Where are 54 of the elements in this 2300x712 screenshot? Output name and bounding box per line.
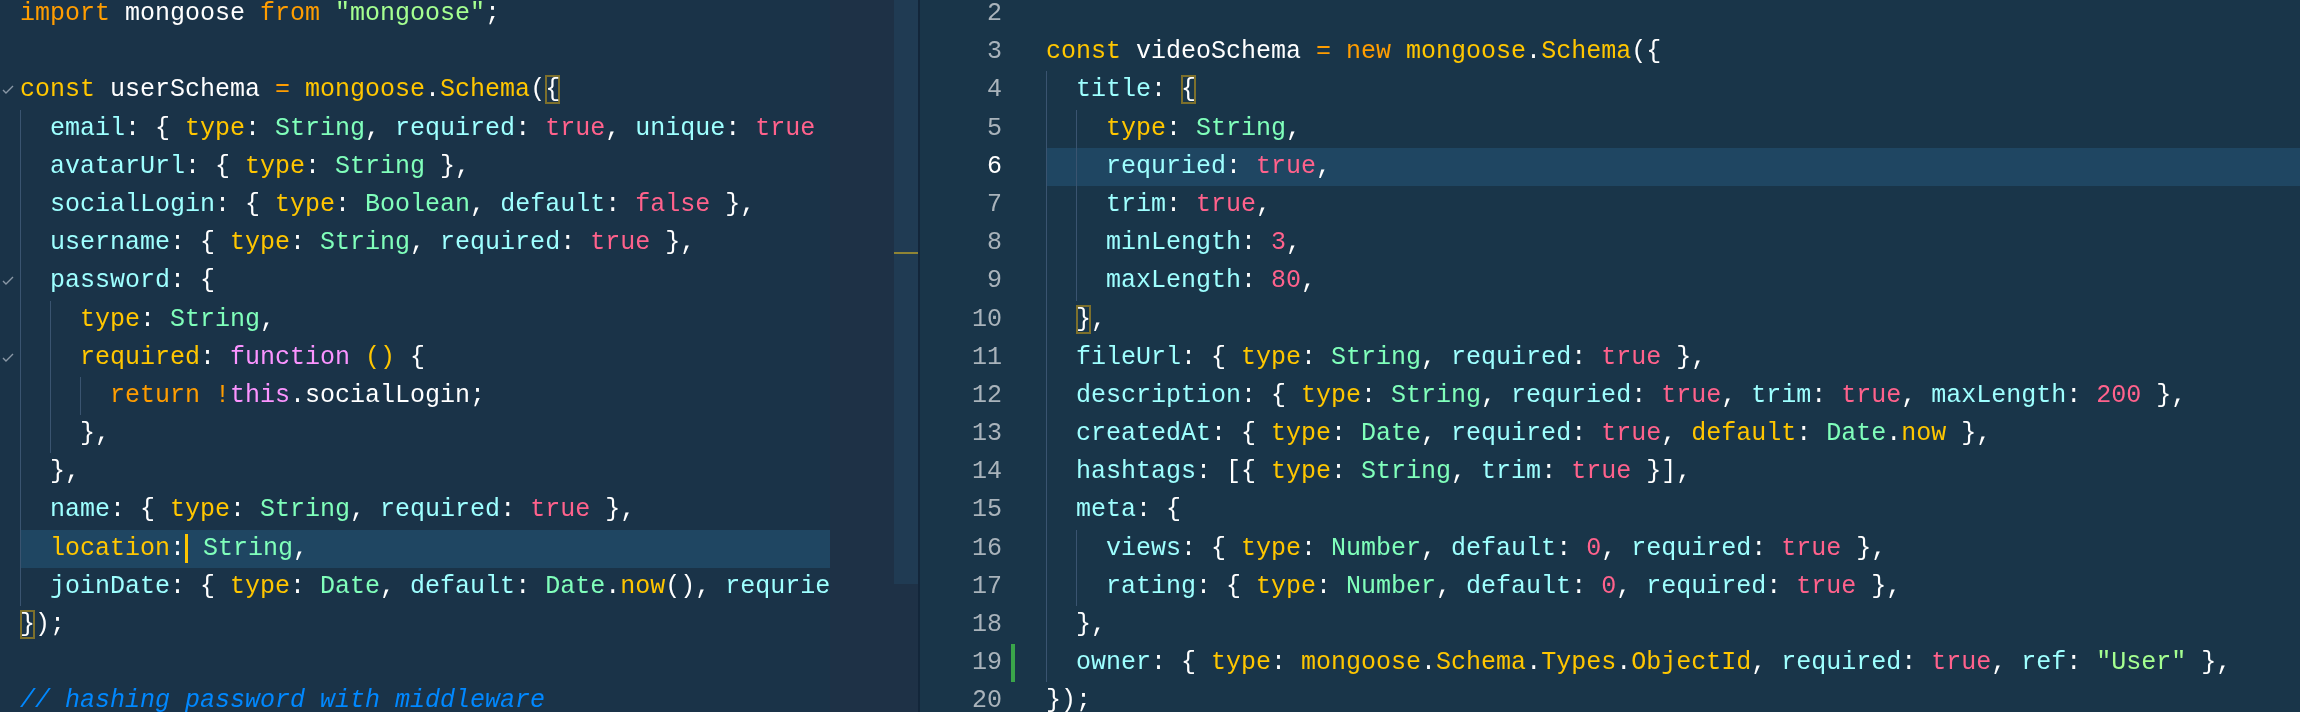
- code-line: password: {: [20, 262, 830, 301]
- line-number: 20: [971, 685, 1002, 712]
- code-line: meta: {: [1046, 491, 2300, 530]
- code-line: minLength: 3,: [1046, 224, 2300, 263]
- line-number: 15: [971, 494, 1002, 527]
- scrollbar-thumb[interactable]: [894, 0, 918, 584]
- code-line: hashtags: [{ type: String, trim: true }],: [1046, 453, 2300, 492]
- line-number: 18: [971, 609, 1002, 641]
- scrollbar-marker: [894, 252, 918, 254]
- code-line: import mongoose from "mongoose";: [20, 0, 502, 30]
- code-line: name: { type: String, required: true },: [20, 491, 830, 530]
- line-number: 16: [971, 532, 1002, 565]
- code-line: },: [1046, 606, 2300, 645]
- code-line: });: [1046, 685, 1092, 712]
- line-number: 13: [971, 418, 1002, 451]
- line-number: 9: [986, 265, 1002, 298]
- code-line: username: { type: String, required: true },: [20, 224, 830, 263]
- code-line: const userSchema = mongoose.Schema({: [20, 74, 562, 107]
- code-line: rating: { type: Number, default: 0, required: true },: [1046, 567, 2300, 606]
- line-number: 12: [971, 379, 1002, 412]
- code-line: title: {: [1046, 71, 2300, 110]
- code-line: avatarUrl: { type: String },: [20, 147, 830, 186]
- code-line: joinDate: { type: Date, default: Date.now(), requrie: [20, 567, 830, 606]
- code-line: owner: { type: mongoose.Schema.Types.ObjectId, required: true, ref: "User" },: [1046, 644, 2300, 683]
- line-number: 19: [971, 647, 1002, 680]
- code-line: },: [20, 453, 830, 492]
- line-number: 3: [986, 36, 1002, 69]
- code-line: email: { type: String, required: true, unique: true: [20, 109, 830, 148]
- code-line: });: [20, 609, 67, 641]
- line-number: 8: [986, 227, 1002, 260]
- code-line: return !this.socialLogin;: [20, 376, 830, 416]
- code-line: },: [20, 415, 830, 454]
- code-line: description: { type: String, requried: true, trim: true, maxLength: 200 },: [1046, 376, 2300, 416]
- code-line: trim: true,: [1046, 185, 2300, 225]
- code-line: socialLogin: { type: Boolean, default: false },: [20, 185, 830, 225]
- code-line: const videoSchema = new mongoose.Schema({: [1046, 36, 1663, 69]
- code-line: views: { type: Number, default: 0, required: true },: [1046, 529, 2300, 568]
- line-number: 11: [971, 341, 1002, 374]
- code-line: required: function () {: [20, 338, 830, 377]
- code-line: type: String,: [20, 300, 830, 339]
- line-number: 5: [986, 112, 1002, 145]
- code-line: fileUrl: { type: String, required: true },: [1046, 338, 2300, 377]
- code-line: },: [1046, 300, 2300, 339]
- line-number: 17: [971, 570, 1002, 603]
- code-line: maxLength: 80,: [1046, 262, 2300, 301]
- line-number: 14: [971, 456, 1002, 489]
- line-number: 6: [986, 150, 1002, 183]
- code-line: type: String,: [1046, 109, 2300, 148]
- line-number: 7: [986, 188, 1002, 221]
- line-number: 4: [986, 74, 1002, 107]
- line-number: 2: [986, 0, 1002, 30]
- line-number: 10: [971, 303, 1002, 336]
- code-comment: // hashing password with middleware: [20, 685, 547, 712]
- code-line: createdAt: { type: Date, required: true, default: Date.now },: [1046, 415, 2300, 454]
